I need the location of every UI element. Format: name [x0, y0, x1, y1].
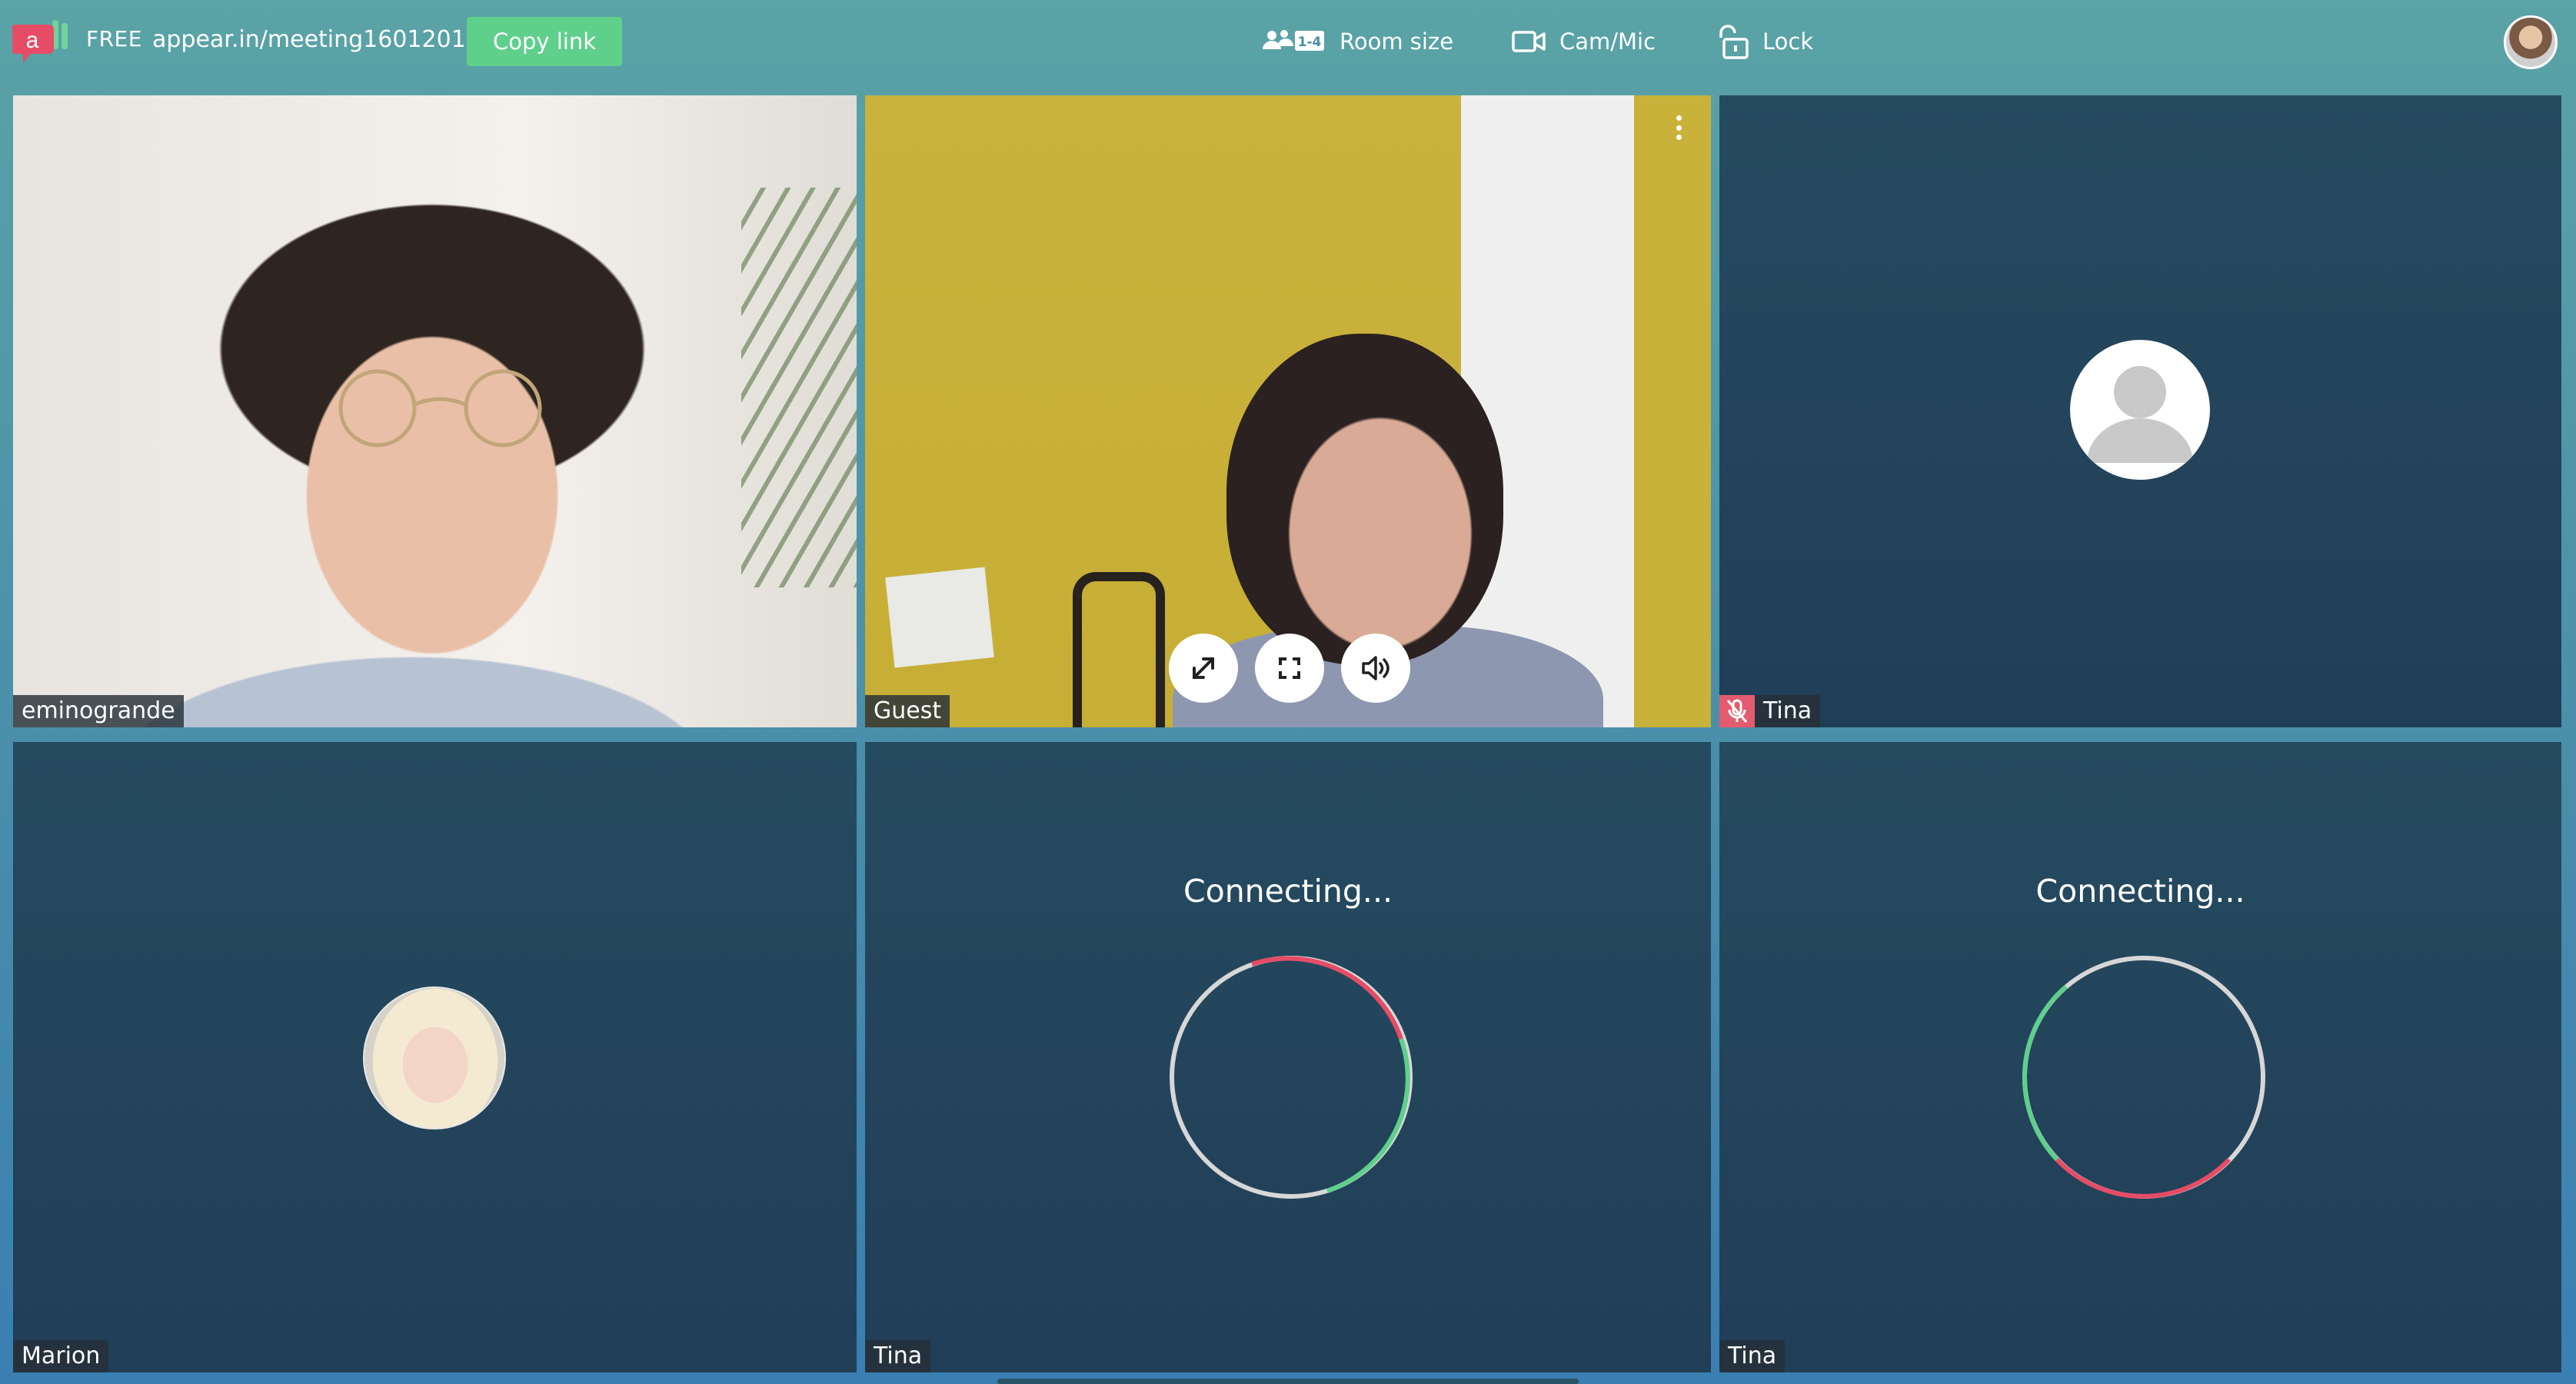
participant-name: eminogrande	[13, 695, 184, 727]
room-size-button[interactable]: 1-4 Room size	[1261, 20, 1453, 63]
expand-button[interactable]	[1169, 634, 1238, 703]
people-icon: 1-4	[1263, 30, 1324, 51]
participant-name-tag: Tina	[1719, 695, 1821, 727]
fullscreen-icon	[1279, 657, 1300, 679]
participant-video	[865, 95, 1711, 727]
svg-text:a: a	[26, 28, 39, 53]
connecting-status: Connecting...	[2035, 873, 2245, 910]
cam-mic-button[interactable]: Cam/Mic	[1512, 20, 1656, 63]
cam-mic-label: Cam/Mic	[1559, 28, 1656, 55]
participant-tile-eminogrande[interactable]: eminogrande	[13, 95, 857, 727]
participant-name: Tina	[865, 1340, 931, 1372]
participant-tile-tina[interactable]: Tina	[1719, 95, 2561, 727]
camera-icon	[1512, 31, 1546, 52]
copy-link-button[interactable]: Copy link	[467, 17, 622, 66]
volume-icon	[1362, 656, 1390, 680]
participant-tile-marion[interactable]: Marion	[13, 742, 857, 1372]
mic-muted-icon	[1719, 695, 1755, 727]
participant-avatar	[363, 986, 506, 1129]
guest-head	[1226, 334, 1503, 664]
room-size-badge: 1-4	[1298, 35, 1322, 50]
glasses-detail	[338, 369, 542, 447]
connecting-spinner-icon	[2022, 956, 2265, 1199]
default-avatar-icon	[2070, 340, 2210, 480]
scrollbar[interactable]	[997, 1379, 1579, 1384]
wall-note	[885, 567, 994, 668]
plan-label: FREE	[86, 26, 142, 52]
chair	[1073, 572, 1165, 727]
participant-video	[13, 95, 857, 727]
volume-button[interactable]	[1341, 634, 1410, 703]
participant-name: Guest	[865, 695, 950, 727]
participant-tile-guest[interactable]: Guest	[865, 95, 1711, 727]
top-bar: a FREE appear.in/meeting16012019 Copy li…	[0, 0, 2576, 86]
connecting-spinner-icon	[1170, 956, 1413, 1199]
plant-background	[741, 188, 857, 587]
video-controls	[1169, 634, 1410, 703]
participant-name: Marion	[13, 1340, 109, 1372]
more-options-icon[interactable]	[1671, 112, 1686, 143]
appear-in-logo[interactable]: a	[12, 17, 74, 69]
fullscreen-button[interactable]	[1255, 634, 1324, 703]
participant-name: Tina	[1719, 1340, 1786, 1372]
user-avatar[interactable]	[2504, 15, 2558, 69]
lock-label: Lock	[1762, 28, 1814, 55]
unlocked-icon	[1719, 25, 1749, 59]
connecting-status: Connecting...	[1183, 873, 1393, 910]
lock-button[interactable]: Lock	[1715, 20, 1813, 63]
meeting-room: a FREE appear.in/meeting16012019 Copy li…	[0, 0, 2576, 1384]
participant-tile-tina-connecting[interactable]: Connecting... Tina	[865, 742, 1711, 1372]
participant-name: Tina	[1763, 697, 1812, 724]
participant-tile-tina-connecting-2[interactable]: Connecting... Tina	[1719, 742, 2561, 1372]
room-url[interactable]: appear.in/meeting16012019	[152, 26, 481, 53]
expand-icon	[1193, 657, 1214, 679]
room-size-label: Room size	[1340, 28, 1454, 55]
